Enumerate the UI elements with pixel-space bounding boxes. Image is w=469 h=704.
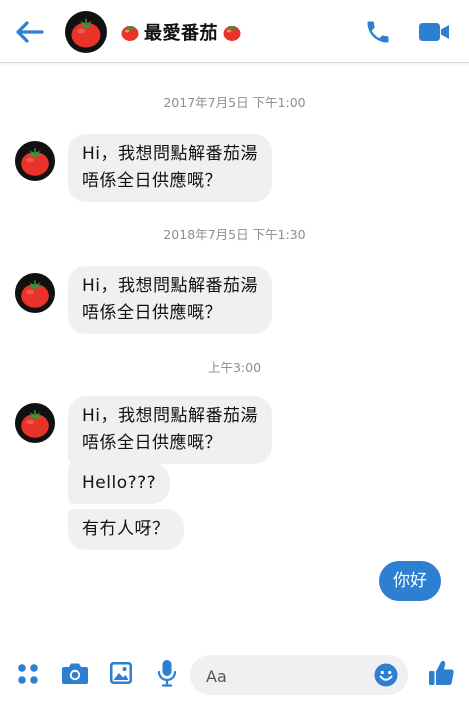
emoji-icon — [374, 663, 398, 687]
incoming-message[interactable]: Hi，我想問點解番茄湯 唔係全日供應嘅？ — [68, 266, 273, 334]
contact-name[interactable]: 最愛番茄 — [120, 19, 242, 45]
message-input[interactable] — [204, 664, 368, 688]
apps-icon — [18, 664, 38, 684]
emoji-button[interactable] — [374, 663, 398, 687]
thumbs-up-icon — [429, 660, 454, 685]
contact-avatar[interactable] — [64, 10, 108, 58]
gallery-button[interactable] — [109, 661, 133, 689]
avatar[interactable] — [14, 272, 56, 318]
chat-header: 最愛番茄 — [0, 0, 469, 63]
composer-bar — [0, 650, 469, 704]
tomato-emoji-icon — [222, 22, 242, 42]
apps-button[interactable] — [17, 663, 39, 689]
message-list[interactable]: 2017年7月5日 下午1:00 Hi，我想問點解番茄湯 唔係全日供應嘅？ 20… — [0, 63, 469, 650]
outgoing-message[interactable]: 你好 — [379, 561, 441, 601]
contact-name-text: 最愛番茄 — [144, 23, 218, 44]
timestamp: 2018年7月5日 下午1:30 — [163, 227, 306, 242]
phone-icon — [367, 21, 389, 43]
call-button[interactable] — [364, 18, 392, 46]
timestamp: 上午3:00 — [207, 360, 262, 375]
video-camera-icon — [419, 23, 449, 41]
incoming-message[interactable]: 有冇人呀？ — [68, 509, 184, 550]
tomato-emoji-icon — [120, 22, 140, 42]
like-button[interactable] — [428, 659, 455, 691]
camera-button[interactable] — [61, 661, 89, 689]
video-call-button[interactable] — [418, 20, 450, 44]
arrow-left-icon — [16, 21, 44, 43]
message-input-container[interactable] — [190, 655, 408, 695]
voice-button[interactable] — [157, 659, 177, 691]
avatar[interactable] — [14, 140, 56, 186]
avatar[interactable] — [14, 402, 56, 448]
incoming-message[interactable]: Hello??? — [68, 463, 171, 504]
incoming-message[interactable]: Hi，我想問點解番茄湯 唔係全日供應嘅？ — [68, 396, 273, 464]
image-icon — [110, 662, 132, 684]
incoming-message[interactable]: Hi，我想問點解番茄湯 唔係全日供應嘅？ — [68, 134, 273, 202]
microphone-icon — [157, 660, 177, 687]
camera-icon — [62, 663, 88, 684]
timestamp: 2017年7月5日 下午1:00 — [163, 95, 306, 110]
back-button[interactable] — [14, 18, 48, 46]
